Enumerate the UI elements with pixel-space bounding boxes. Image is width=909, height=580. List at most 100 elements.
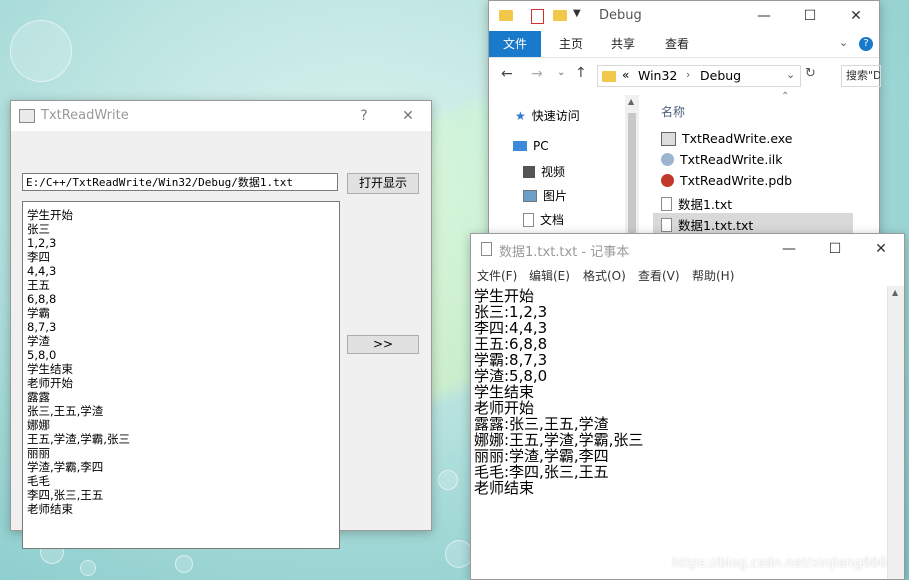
nav-label: 快速访问 [531, 109, 580, 123]
bubble [445, 540, 473, 568]
nav-item-videos[interactable]: 视频 [523, 163, 565, 180]
text-line: 王五,学渣,学霸,张三 [27, 432, 130, 446]
bubble [10, 20, 72, 82]
properties-icon[interactable] [531, 9, 544, 24]
refresh-icon[interactable]: ↻ [805, 66, 816, 81]
nav-scrollbar[interactable]: ▲ [625, 95, 639, 241]
menu-help[interactable]: 帮助(H) [692, 267, 734, 284]
text-line: 8,7,3 [27, 320, 57, 334]
file-item[interactable]: TxtReadWrite.exe [661, 131, 793, 146]
menu-file[interactable]: 文件(F) [477, 267, 517, 284]
tab-share[interactable]: 共享 [597, 31, 649, 57]
tab-file[interactable]: 文件 [489, 31, 542, 57]
blog-watermark: https://blog.csdn.net/xinjiang666 [672, 556, 888, 571]
scroll-thumb[interactable] [628, 113, 636, 233]
ilk-file-icon [661, 153, 674, 166]
bubble [80, 560, 96, 576]
recent-dropdown-icon[interactable]: ⌄ [557, 67, 565, 78]
content-textarea[interactable]: 学生开始 张三 1,2,3 李四 4,4,3 王五 6,8,8 学霸 8,7,3… [22, 201, 340, 549]
menu-view[interactable]: 查看(V) [638, 267, 680, 284]
text-line: 老师开始 [27, 376, 73, 390]
breadcrumb-item-debug[interactable]: Debug [700, 68, 741, 83]
explorer-titlebar[interactable]: ▼ Debug — ☐ ✕ [489, 1, 879, 31]
close-button[interactable]: ✕ [385, 101, 431, 131]
transfer-button[interactable]: >> [347, 335, 419, 354]
minimize-button[interactable]: — [766, 234, 812, 264]
chevron-down-icon[interactable]: ⌄ [839, 36, 848, 49]
text-line: 1,2,3 [27, 236, 57, 250]
chevron-right-icon: › [686, 68, 691, 81]
txtreadwrite-titlebar[interactable]: TxtReadWrite ? ✕ [11, 101, 431, 131]
file-name: TxtReadWrite.pdb [680, 173, 793, 188]
text-line: 王五:6,8,8 [474, 335, 548, 353]
text-line: 学霸 [27, 306, 50, 320]
menu-format[interactable]: 格式(O) [583, 267, 626, 284]
file-name: 数据1.txt.txt [678, 218, 754, 233]
explorer-window: ▼ Debug — ☐ ✕ 文件 主页 共享 查看 ⌄ ? ← → ⌄ ↑ « … [488, 0, 881, 242]
maximize-button[interactable]: ☐ [787, 1, 833, 31]
text-line: 露露 [27, 390, 50, 404]
nav-item-pictures[interactable]: 图片 [523, 187, 567, 204]
scroll-up-icon[interactable]: ▲ [892, 288, 898, 297]
nav-item-quick-access[interactable]: ★ 快速访问 [515, 107, 580, 124]
text-file-icon [661, 196, 672, 211]
scroll-up-icon[interactable]: ▲ [628, 97, 634, 106]
file-item[interactable]: 数据1.txt [661, 194, 732, 213]
exe-icon [661, 131, 676, 146]
notepad-editor[interactable]: 学生开始 张三:1,2,3 李四:4,4,3 王五:6,8,8 学霸:8,7,3… [471, 286, 887, 579]
text-line: 学生开始 [27, 208, 73, 222]
text-line: 学生开始 [474, 287, 535, 305]
new-folder-icon[interactable] [553, 10, 567, 21]
tab-view[interactable]: 查看 [651, 31, 703, 57]
nav-label: 视频 [541, 165, 566, 179]
file-item[interactable]: TxtReadWrite.pdb [661, 173, 792, 188]
search-input[interactable]: 搜索"D [841, 65, 881, 87]
text-line: 毛毛 [27, 474, 50, 488]
help-icon[interactable]: ? [859, 37, 873, 51]
bubble [438, 470, 458, 490]
back-arrow-icon[interactable]: ← [501, 66, 513, 82]
close-button[interactable]: ✕ [833, 1, 879, 31]
tab-home[interactable]: 主页 [545, 31, 597, 57]
breadcrumb-item-win32[interactable]: Win32 [638, 68, 677, 83]
menu-edit[interactable]: 编辑(E) [529, 267, 570, 284]
breadcrumb-prefix: « [622, 68, 630, 82]
up-arrow-icon[interactable]: ↑ [575, 65, 587, 81]
close-button[interactable]: ✕ [858, 234, 904, 264]
maximize-button[interactable]: ☐ [812, 234, 858, 264]
dropdown-icon[interactable]: ▼ [573, 8, 581, 19]
sort-arrow-icon: ⌃ [781, 91, 790, 102]
help-button[interactable]: ? [341, 101, 387, 131]
text-line: 李四:4,4,3 [474, 319, 548, 337]
folder-icon [499, 10, 513, 21]
document-icon [523, 212, 534, 227]
dialog-client: E:/C++/TxtReadWrite/Win32/Debug/数据1.txt … [11, 131, 431, 549]
star-icon: ★ [515, 108, 526, 123]
text-line: 学渣,学霸,李四 [27, 460, 104, 474]
column-header-name[interactable]: 名称 [661, 103, 685, 120]
forward-arrow-icon[interactable]: → [531, 66, 543, 82]
minimize-button[interactable]: — [741, 1, 787, 31]
file-name: TxtReadWrite.exe [682, 131, 793, 146]
open-display-button[interactable]: 打开显示 [347, 173, 419, 194]
txtreadwrite-window: TxtReadWrite ? ✕ E:/C++/TxtReadWrite/Win… [10, 100, 432, 549]
breadcrumb[interactable]: « Win32 › Debug ⌄ [597, 65, 801, 87]
pdb-file-icon [661, 174, 674, 187]
text-line: 学渣:5,8,0 [474, 367, 548, 385]
folder-icon [602, 71, 616, 82]
text-line: 学生结束 [474, 383, 535, 401]
notepad-scrollbar[interactable]: ▲ [887, 286, 904, 579]
navigation-pane: ★ 快速访问 PC 视频 图片 文档 [489, 95, 639, 241]
notepad-titlebar[interactable]: 数据1.txt.txt - 记事本 — ☐ ✕ [471, 234, 904, 264]
file-path-input[interactable]: E:/C++/TxtReadWrite/Win32/Debug/数据1.txt [22, 173, 338, 191]
nav-item-documents[interactable]: 文档 [523, 211, 564, 228]
address-dropdown-icon[interactable]: ⌄ [786, 68, 795, 81]
file-item[interactable]: TxtReadWrite.ilk [661, 152, 783, 167]
video-icon [523, 165, 535, 178]
notepad-window: 数据1.txt.txt - 记事本 — ☐ ✕ 文件(F) 编辑(E) 格式(O… [470, 233, 905, 580]
computer-icon [513, 141, 527, 151]
text-line: 6,8,8 [27, 292, 57, 306]
nav-item-pc[interactable]: PC [513, 139, 549, 153]
window-title: TxtReadWrite [41, 108, 129, 123]
text-line: 李四,张三,王五 [27, 488, 104, 502]
